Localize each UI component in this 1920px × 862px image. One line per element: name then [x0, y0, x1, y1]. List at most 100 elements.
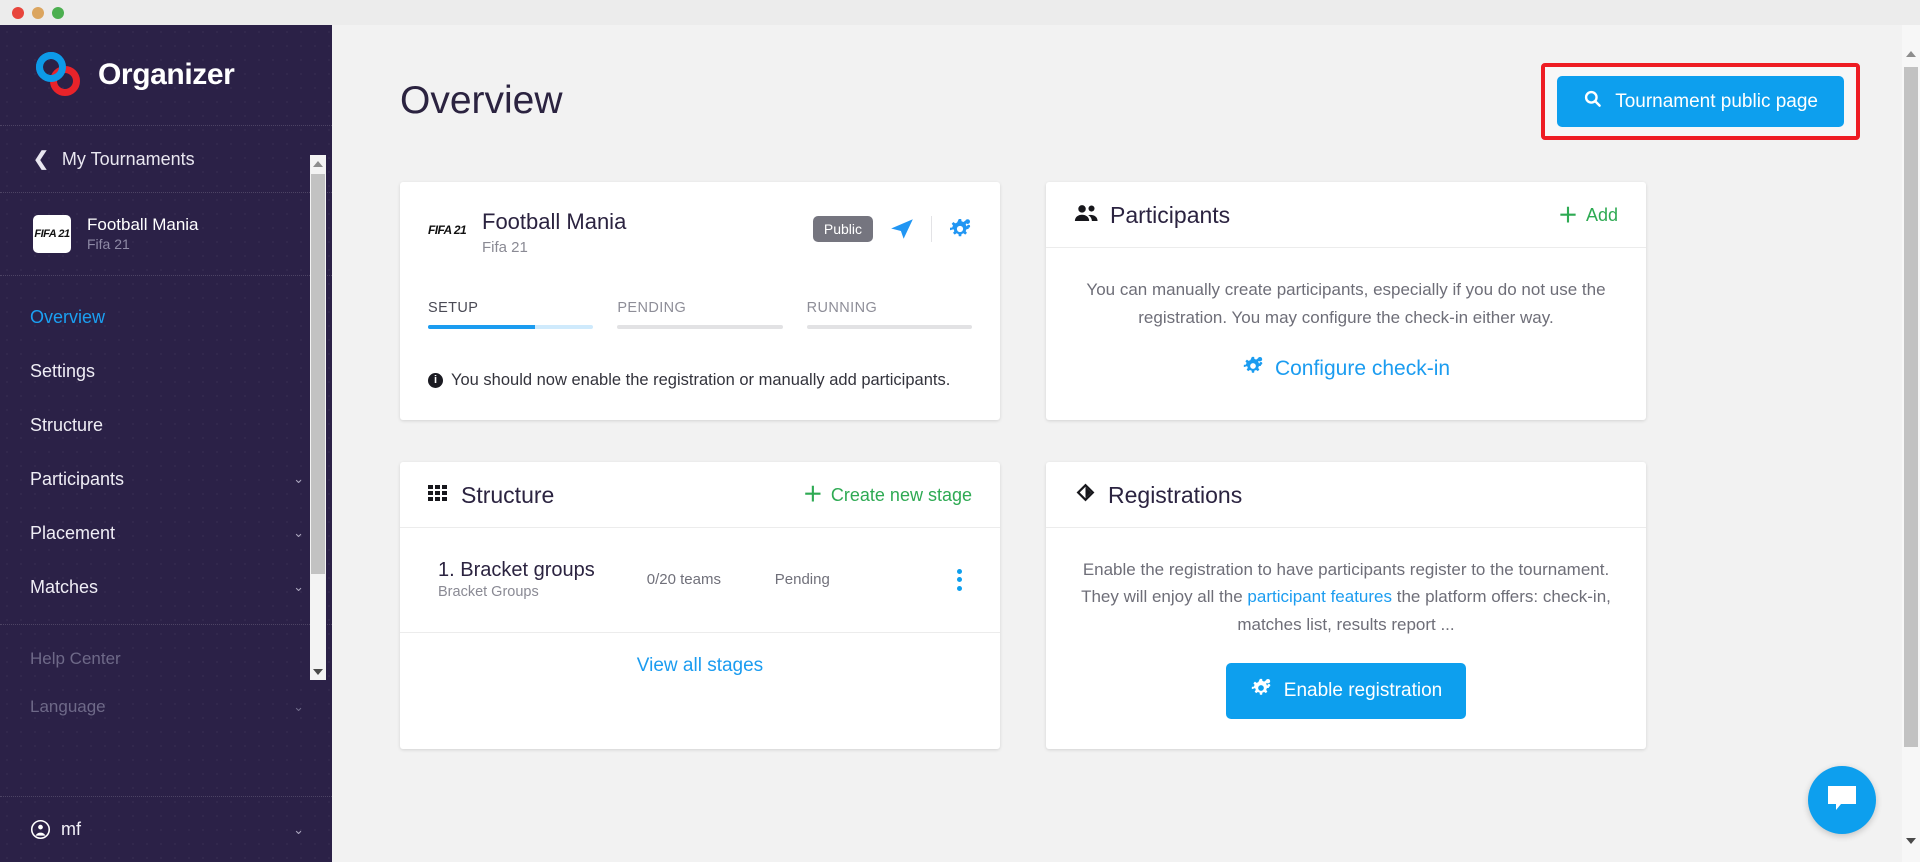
sidebar-item-overview[interactable]: Overview	[0, 290, 332, 344]
scroll-down-arrow-icon[interactable]	[310, 663, 326, 680]
sidebar: Organizer ❮ My Tournaments FIFA 21 Footb…	[0, 25, 332, 862]
create-new-stage-label: Create new stage	[830, 484, 972, 505]
registrations-card-title-wrap: Registrations	[1074, 482, 1242, 509]
window-minimize-button[interactable]	[32, 6, 44, 19]
public-page-highlight: Tournament public page	[1541, 63, 1860, 140]
ticket-icon	[1074, 482, 1097, 509]
chevron-down-icon: ⌄	[293, 471, 304, 486]
participants-card-title-wrap: Participants	[1074, 202, 1230, 229]
sidebar-user-menu[interactable]: mf ⌄	[0, 796, 332, 862]
plus-icon: ＋	[802, 484, 823, 507]
main-scrollbar-thumb[interactable]	[1904, 67, 1918, 747]
sidebar-item-structure[interactable]: Structure	[0, 398, 332, 452]
sidebar-item-language[interactable]: Language ⌄	[0, 683, 332, 731]
participant-features-link[interactable]: participant features	[1247, 587, 1392, 606]
main-scrollbar[interactable]	[1902, 25, 1920, 862]
sidebar-back-my-tournaments[interactable]: ❮ My Tournaments	[0, 126, 332, 192]
tournament-thumbnail: FIFA 21	[33, 215, 71, 253]
send-share-icon[interactable]	[889, 216, 915, 242]
view-all-stages-link[interactable]: View all stages	[637, 655, 763, 676]
step-setup: SETUP	[428, 299, 594, 329]
stage-teams-count: 0/20 teams	[646, 571, 721, 589]
chat-bubble-icon	[1825, 783, 1859, 818]
enable-registration-label: Enable registration	[1283, 680, 1443, 702]
tournament-game: Fifa 21	[87, 235, 130, 252]
tournament-name: Football Mania	[87, 215, 199, 235]
settings-gear-icon	[1250, 677, 1272, 705]
scroll-down-arrow-icon[interactable]	[1902, 832, 1920, 850]
main-content: Overview Tournament public page FIFA 21	[332, 25, 1920, 862]
structure-card: Structure ＋ Create new stage 1. Bracket …	[400, 461, 1000, 750]
plus-icon: ＋	[1557, 204, 1578, 227]
tournament-public-page-button[interactable]: Tournament public page	[1557, 76, 1844, 127]
chat-support-button[interactable]	[1808, 766, 1876, 834]
structure-card-title-wrap: Structure	[428, 482, 554, 509]
step-label: SETUP	[428, 299, 479, 316]
step-label: RUNNING	[806, 299, 878, 316]
page-header: Overview Tournament public page	[400, 63, 1860, 140]
window-maximize-button[interactable]	[52, 6, 64, 19]
sidebar-scrollbar[interactable]	[310, 155, 326, 680]
enable-registration-button[interactable]: Enable registration	[1225, 663, 1467, 720]
sidebar-scrollbar-thumb[interactable]	[311, 174, 325, 574]
chevron-down-icon: ⌄	[293, 699, 304, 714]
configure-checkin-link[interactable]: Configure check-in	[1242, 355, 1450, 383]
sidebar-item-matches[interactable]: Matches ⌄	[0, 560, 332, 614]
step-running: RUNNING	[806, 299, 972, 329]
settings-gear-icon[interactable]	[948, 217, 972, 241]
add-participant-button[interactable]: ＋ Add	[1558, 205, 1618, 226]
tournament-card-game: Fifa 21	[482, 238, 528, 256]
stage-more-options-icon[interactable]	[947, 565, 972, 595]
sidebar-secondary-nav: Help Center Language ⌄	[0, 625, 332, 739]
tournament-hint-text: You should now enable the registration o…	[451, 370, 951, 389]
sidebar-item-label: Participants	[30, 468, 125, 489]
app-window: Organizer ❮ My Tournaments FIFA 21 Footb…	[0, 0, 1920, 862]
chevron-left-icon: ❮	[33, 148, 49, 170]
table-row[interactable]: 1. Bracket groups Bracket Groups 0/20 te…	[400, 528, 1000, 634]
tournament-summary-card: FIFA 21 Football Mania Fifa 21 Public SE…	[400, 182, 1000, 420]
sidebar-item-label: Language	[30, 697, 106, 716]
sidebar-item-label: Settings	[30, 360, 96, 381]
tournament-public-page-label: Tournament public page	[1615, 90, 1818, 112]
dashboard-grid: FIFA 21 Football Mania Fifa 21 Public SE…	[400, 182, 1860, 750]
chevron-down-icon: ⌄	[293, 525, 304, 540]
sidebar-nav: Overview Settings Structure Participants…	[0, 276, 332, 624]
scroll-up-arrow-icon[interactable]	[310, 155, 326, 172]
sidebar-item-label: Help Center	[30, 649, 121, 668]
registrations-card-title: Registrations	[1108, 481, 1243, 508]
sidebar-item-settings[interactable]: Settings	[0, 344, 332, 398]
sidebar-item-help-center[interactable]: Help Center	[0, 635, 332, 683]
tournament-card-name: Football Mania	[482, 209, 627, 234]
sidebar-item-participants[interactable]: Participants ⌄	[0, 452, 332, 506]
step-pending: PENDING	[617, 299, 783, 329]
divider	[931, 216, 932, 242]
structure-card-title: Structure	[461, 481, 555, 508]
stage-info: 1. Bracket groups Bracket Groups	[438, 558, 595, 603]
participants-group-icon	[1074, 202, 1099, 229]
window-close-button[interactable]	[12, 6, 24, 19]
stage-name: 1. Bracket groups	[438, 558, 595, 581]
sidebar-item-placement[interactable]: Placement ⌄	[0, 506, 332, 560]
chevron-down-icon: ⌄	[293, 821, 304, 837]
chevron-down-icon: ⌄	[293, 579, 304, 594]
sidebar-item-label: Overview	[30, 306, 106, 327]
tournament-card-thumbnail: FIFA 21	[428, 223, 467, 237]
configure-checkin-label: Configure check-in	[1274, 357, 1451, 381]
sidebar-user-label: mf	[61, 819, 81, 839]
info-icon: i	[428, 372, 443, 388]
sidebar-current-tournament[interactable]: FIFA 21 Football Mania Fifa 21	[0, 193, 332, 275]
tournament-meta: Football Mania Fifa 21	[87, 214, 199, 253]
participants-card: Participants ＋ Add You can manually crea…	[1046, 182, 1646, 420]
create-new-stage-button[interactable]: ＋ Create new stage	[803, 485, 972, 506]
window-titlebar	[0, 0, 1920, 25]
step-label: PENDING	[617, 299, 687, 316]
settings-gear-icon	[1242, 355, 1264, 383]
registrations-card-description: Enable the registration to have particip…	[1080, 556, 1612, 639]
sidebar-item-label: Matches	[30, 576, 99, 597]
add-participant-label: Add	[1585, 205, 1618, 225]
sidebar-item-label: Placement	[30, 522, 116, 543]
brand-logo-area[interactable]: Organizer	[0, 25, 332, 125]
stage-type: Bracket Groups	[438, 583, 539, 600]
stage-status: Pending	[774, 571, 830, 589]
scroll-up-arrow-icon[interactable]	[1902, 45, 1920, 63]
